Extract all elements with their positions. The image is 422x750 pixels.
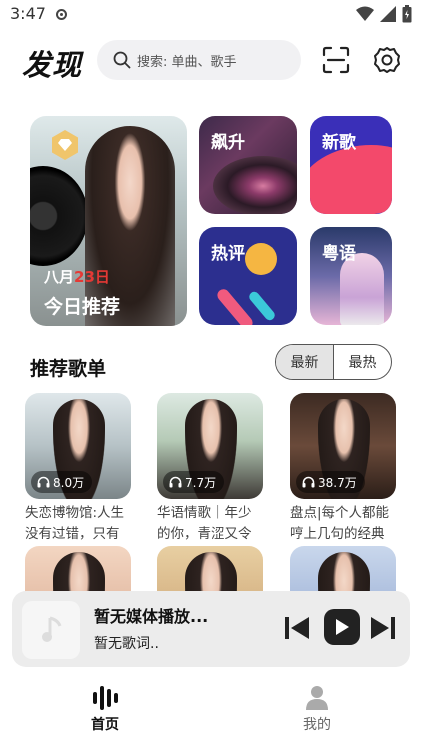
diamond-icon bbox=[52, 130, 78, 160]
search-input[interactable]: 搜索: 单曲、歌手 bbox=[97, 40, 301, 80]
signal-icon bbox=[380, 6, 396, 22]
playlist-cover: 8.0万 bbox=[25, 393, 131, 499]
page-title: 发现 bbox=[22, 48, 83, 82]
turntable-image bbox=[213, 156, 297, 214]
daily-label: 今日推荐 bbox=[44, 296, 121, 318]
play-icon bbox=[336, 619, 349, 635]
play-count: 8.0万 bbox=[31, 471, 93, 493]
daily-month: 八月 bbox=[44, 268, 75, 286]
tile-label: 飙升 bbox=[211, 133, 245, 153]
player-title: 暂无媒体播放... bbox=[94, 607, 209, 626]
bottom-tab-bar: 首页 我的 bbox=[0, 680, 422, 750]
tab-me[interactable]: 我的 bbox=[282, 684, 352, 734]
player-lyrics: 暂无歌词.. bbox=[94, 636, 159, 652]
tab-me-label: 我的 bbox=[303, 717, 331, 733]
playlist-card[interactable]: 7.7万 华语情歌｜年少的你，青涩又令 bbox=[157, 393, 263, 545]
play-button[interactable] bbox=[324, 609, 360, 645]
playlist-card[interactable]: 38.7万 盘点|每个人都能哼上几句的经典 bbox=[290, 393, 396, 545]
notification-icon bbox=[56, 9, 67, 20]
daily-day: 23日 bbox=[74, 268, 110, 286]
play-count: 38.7万 bbox=[296, 471, 365, 493]
tile-label: 新歌 bbox=[322, 133, 356, 153]
playlist-title: 华语情歌｜年少的你，青涩又令 bbox=[157, 505, 252, 542]
daily-recommend-card[interactable]: 八月23日 今日推荐 bbox=[30, 116, 187, 326]
tile-soaring[interactable]: 飙升 bbox=[199, 116, 297, 214]
tab-newest[interactable]: 最新 bbox=[276, 345, 334, 379]
user-icon bbox=[306, 686, 328, 710]
stroke-image bbox=[214, 286, 256, 325]
tile-cantonese[interactable]: 粤语 bbox=[310, 227, 392, 325]
tile-label: 粤语 bbox=[322, 244, 356, 264]
status-time: 3:47 bbox=[10, 4, 46, 23]
scan-icon[interactable] bbox=[322, 46, 350, 74]
playlist-cover: 7.7万 bbox=[157, 393, 263, 499]
battery-icon bbox=[402, 5, 412, 23]
headphones-icon bbox=[169, 476, 182, 488]
playlist-title: 失恋博物馆:人生没有过错，只有 bbox=[25, 505, 125, 542]
status-bar: 3:47 bbox=[0, 0, 422, 30]
tab-home[interactable]: 首页 bbox=[70, 684, 140, 734]
playlist-card[interactable]: 8.0万 失恋博物馆:人生没有过错，只有 bbox=[25, 393, 131, 545]
previous-icon[interactable] bbox=[282, 613, 312, 643]
stroke-image bbox=[247, 289, 277, 323]
tile-hot-comments[interactable]: 热评 bbox=[199, 227, 297, 325]
status-icons bbox=[356, 5, 412, 23]
headphones-icon bbox=[302, 476, 315, 488]
sun-image bbox=[245, 243, 277, 275]
daily-date: 八月23日 bbox=[44, 266, 110, 287]
tab-home-label: 首页 bbox=[91, 717, 119, 733]
tile-label: 热评 bbox=[211, 244, 245, 264]
tab-hottest[interactable]: 最热 bbox=[334, 345, 391, 379]
music-note-icon bbox=[42, 616, 62, 642]
playlist-title: 盘点|每个人都能哼上几句的经典 bbox=[290, 505, 390, 542]
gear-icon[interactable] bbox=[372, 45, 402, 75]
next-icon[interactable] bbox=[368, 613, 398, 643]
section-title: 推荐歌单 bbox=[30, 358, 107, 380]
album-art bbox=[22, 601, 80, 659]
music-bars-icon bbox=[93, 686, 118, 710]
play-count-value: 8.0万 bbox=[53, 475, 85, 490]
tile-new-songs[interactable]: 新歌 bbox=[310, 116, 392, 214]
playlist-cover: 38.7万 bbox=[290, 393, 396, 499]
playlist-sort-toggle: 最新 最热 bbox=[275, 344, 392, 380]
play-count-value: 7.7万 bbox=[185, 475, 217, 490]
vinyl-record-image bbox=[30, 166, 88, 266]
search-placeholder: 搜索: 单曲、歌手 bbox=[137, 54, 237, 70]
play-count-value: 38.7万 bbox=[318, 475, 357, 490]
wifi-icon bbox=[356, 6, 374, 21]
search-icon bbox=[113, 51, 131, 69]
mini-player[interactable]: 暂无媒体播放... 暂无歌词.. bbox=[12, 591, 410, 667]
headphones-icon bbox=[37, 476, 50, 488]
play-count: 7.7万 bbox=[163, 471, 225, 493]
